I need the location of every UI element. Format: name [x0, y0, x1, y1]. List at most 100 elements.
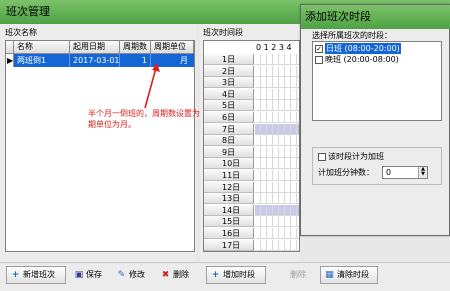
schedule-day-row[interactable]: 2日 [204, 65, 299, 77]
hour-cells[interactable] [255, 181, 299, 193]
add-shift-label: 新增班次 [23, 270, 55, 279]
schedule-day-row[interactable]: 8日 [204, 135, 299, 147]
hour-cells[interactable] [255, 228, 299, 239]
day-label: 9日 [204, 146, 254, 158]
hour-cells[interactable] [255, 216, 299, 228]
schedule-day-row[interactable]: 12日 [204, 181, 299, 193]
schedule-grid[interactable]: 0 1 2 3 4 1日 2日 3日 4日 5日 6日 7日 8日 9日 10日 11日 12日 13日… [203, 40, 300, 252]
hour-cells[interactable] [255, 158, 299, 170]
checkbox-icon[interactable] [318, 152, 326, 161]
overtime-checkbox-row[interactable]: 该时段计为加班 [318, 151, 384, 162]
schedule-day-row[interactable]: 6日 [204, 112, 299, 123]
period-list[interactable]: ✓ 日班 (08:00-20:00) 晚班 (20:00-08:00) [312, 41, 442, 121]
plus-icon: + [11, 269, 20, 280]
day-label: 3日 [204, 77, 254, 89]
column-header-start-date[interactable]: 起用日期 [70, 41, 120, 54]
delete-shift-label: 删除 [173, 270, 189, 279]
edit-button[interactable]: ✎ 修改 [112, 266, 150, 284]
day-label: 2日 [204, 65, 254, 77]
schedule-day-row[interactable]: 16日 [204, 228, 299, 239]
row-indicator: ▶ [6, 54, 14, 67]
schedule-day-row[interactable]: 10日 [204, 158, 299, 170]
plus-icon: + [211, 269, 220, 280]
shift-table[interactable]: 名称 起用日期 周期数 周期单位 ▶ 两班倒1 2017-03-01 1 月 [5, 40, 195, 252]
day-label: 13日 [204, 193, 254, 205]
list-item-day-shift[interactable]: ✓ 日班 (08:00-20:00) [315, 43, 401, 54]
grid-icon: ▦ [325, 269, 334, 280]
disk-icon: ▣ [74, 269, 84, 280]
day-label: 12日 [204, 181, 254, 193]
delete-period-label: 删除 [290, 270, 306, 279]
add-shift-button[interactable]: + 新增班次 [6, 266, 66, 284]
cell-name[interactable]: 两班倒1 [14, 54, 70, 67]
table-row[interactable]: ▶ 两班倒1 2017-03-01 1 月 [6, 54, 194, 67]
cell-start-date[interactable]: 2017-03-01 [70, 54, 120, 67]
clear-period-label: 清除时段 [337, 270, 369, 279]
dialog-title: 添加班次时段 [301, 5, 450, 29]
hour-cells[interactable] [255, 204, 299, 216]
spinner-arrows-icon[interactable]: ▲ ▼ [418, 167, 427, 178]
day-label: 14日 [204, 204, 254, 216]
day-label: 8日 [204, 135, 254, 147]
day-label: 4日 [204, 88, 254, 100]
header-indicator [6, 41, 14, 54]
schedule-day-row[interactable]: 9日 [204, 146, 299, 158]
hour-cells[interactable] [255, 54, 299, 65]
day-label: 7日 [204, 123, 254, 135]
schedule-day-row[interactable]: 7日 [204, 123, 299, 135]
column-header-name[interactable]: 名称 [14, 41, 70, 54]
column-header-cycle[interactable]: 周期数 [120, 41, 151, 54]
hour-cells[interactable] [255, 112, 299, 123]
save-label: 保存 [86, 270, 102, 279]
day-label: 11日 [204, 170, 254, 181]
overtime-minutes-spinner[interactable]: 0 ▲ ▼ [382, 166, 428, 179]
hour-cells[interactable] [255, 100, 299, 112]
hour-cells[interactable] [255, 123, 299, 135]
day-label: 6日 [204, 112, 254, 123]
hour-cells[interactable] [255, 77, 299, 89]
schedule-day-row[interactable]: 11日 [204, 170, 299, 181]
schedule-day-row[interactable]: 13日 [204, 193, 299, 205]
schedule-day-row[interactable]: 14日 [204, 204, 299, 216]
overtime-minutes-label: 计加班分钟数： [318, 168, 374, 177]
delete-period-button[interactable]: 删除 [286, 266, 316, 284]
list-item-night-shift[interactable]: 晚班 (20:00-08:00) [315, 54, 399, 65]
schedule-day-row[interactable]: 3日 [204, 77, 299, 89]
hour-header: 0 1 2 3 4 [256, 43, 292, 52]
day-label: 16日 [204, 228, 254, 239]
edit-icon: ✎ [117, 269, 126, 280]
day-label: 5日 [204, 100, 254, 112]
dialog-list-label: 选择所属班次的时段： [312, 31, 392, 40]
delete-x-icon: ✖ [161, 269, 170, 280]
list-item-label: 日班 (08:00-20:00) [325, 43, 401, 54]
checkbox-icon[interactable] [315, 55, 323, 64]
checkbox-checked-icon[interactable]: ✓ [315, 44, 323, 53]
save-button[interactable]: ▣ 保存 [70, 266, 106, 284]
day-label: 15日 [204, 216, 254, 228]
column-header-unit[interactable]: 周期单位 [151, 41, 194, 54]
delete-shift-button[interactable]: ✖ 删除 [156, 266, 194, 284]
hour-cells[interactable] [255, 135, 299, 147]
annotation-arrow-icon [144, 63, 160, 109]
hour-cells[interactable] [255, 88, 299, 100]
hour-cells[interactable] [255, 193, 299, 205]
schedule-label: 班次时间段 [203, 28, 243, 37]
overtime-label: 该时段计为加班 [328, 152, 384, 161]
schedule-day-row[interactable]: 17日 [204, 239, 299, 251]
day-label: 17日 [204, 239, 254, 251]
day-label: 10日 [204, 158, 254, 170]
clear-period-button[interactable]: ▦ 清除时段 [320, 266, 378, 284]
add-period-label: 增加时段 [223, 270, 255, 279]
list-item-label: 晚班 (20:00-08:00) [325, 55, 399, 64]
edit-label: 修改 [129, 270, 145, 279]
schedule-day-row[interactable]: 4日 [204, 88, 299, 100]
day-label: 1日 [204, 54, 254, 65]
hour-cells[interactable] [255, 146, 299, 158]
schedule-day-row[interactable]: 15日 [204, 216, 299, 228]
hour-cells[interactable] [255, 170, 299, 181]
schedule-day-row[interactable]: 1日 [204, 54, 299, 65]
hour-cells[interactable] [255, 239, 299, 251]
add-period-button[interactable]: + 增加时段 [206, 266, 266, 284]
schedule-day-row[interactable]: 5日 [204, 100, 299, 112]
hour-cells[interactable] [255, 65, 299, 77]
